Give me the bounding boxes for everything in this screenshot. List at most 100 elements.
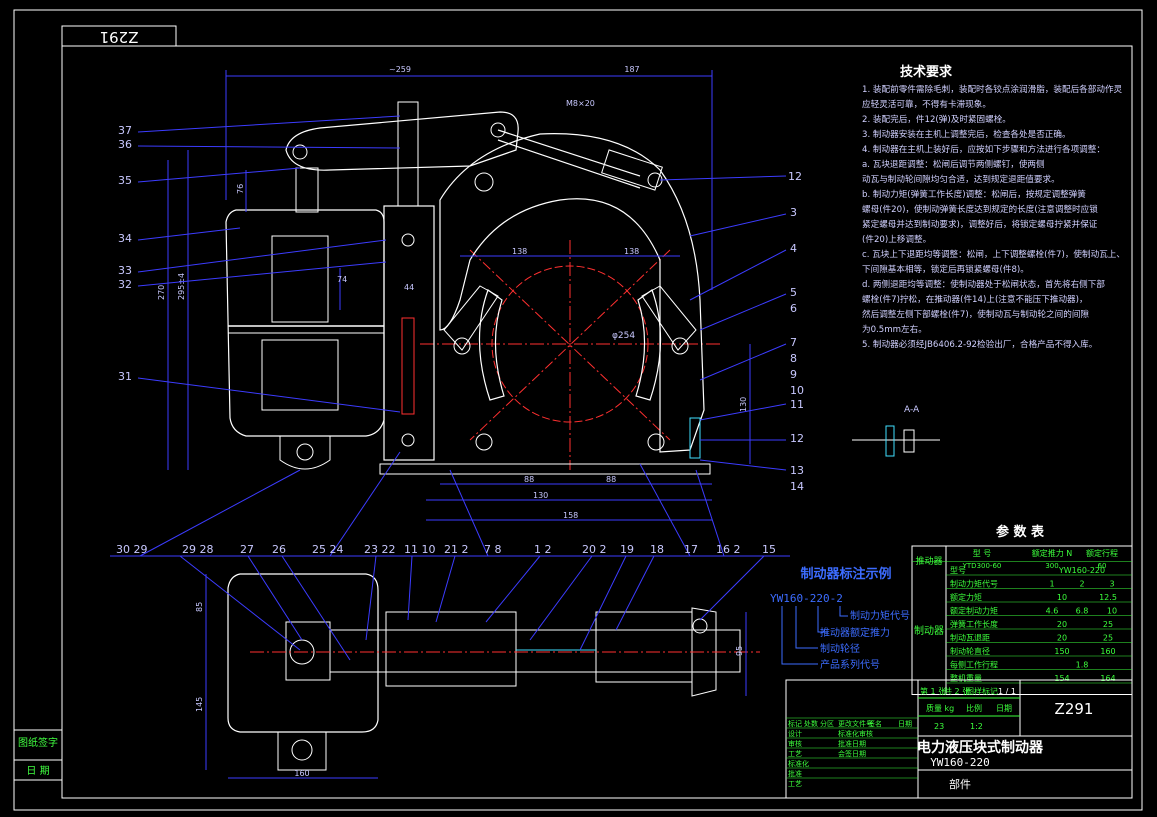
drawing-frame-inner bbox=[61, 45, 1133, 799]
label-1-2: 1 2 bbox=[534, 543, 552, 556]
notation-label-2: 制动轮径 bbox=[820, 642, 860, 655]
params-row-label: 整机重量 bbox=[950, 673, 982, 683]
balloon-r6: 8 bbox=[790, 352, 797, 365]
tech-req-line: 应轻灵活可靠，不得有卡滞现象。 bbox=[862, 98, 991, 110]
plan-block1 bbox=[385, 611, 517, 687]
params-pusher-cell: YTD300-60 bbox=[962, 562, 1002, 570]
thruster-foot bbox=[279, 435, 331, 470]
dim-top-left: ~259 bbox=[389, 65, 411, 74]
balloon-36: 36 bbox=[118, 138, 132, 151]
tech-req-line: 4. 制动器在主机上装好后，应按如下步骤和方法进行各项调整： bbox=[862, 143, 1105, 155]
dim-v3: 76 bbox=[236, 184, 245, 194]
tech-req-line: 下间隙基本相等，锁定后再锁紧螺母(件8)。 bbox=[862, 263, 1029, 275]
engineering-drawing: Z291 图纸签字 日 期 ~259 187 M8×20 φ254 270 29… bbox=[13, 9, 1143, 811]
params-title: 参 数 表 bbox=[996, 524, 1045, 540]
balloon-37: 37 bbox=[118, 124, 132, 137]
sign-cell: 日期 bbox=[898, 720, 912, 728]
balloons-left: 37 36 35 34 33 32 31 bbox=[118, 115, 401, 413]
sign-cell: 分区 bbox=[820, 719, 834, 728]
spring-slot bbox=[401, 317, 415, 415]
date-label: 日期 bbox=[996, 704, 1012, 713]
notation-title: 制动器标注示例 bbox=[800, 566, 891, 582]
label-7-8: 7 8 bbox=[484, 543, 502, 556]
params-cell: 12.5 bbox=[1099, 593, 1117, 602]
dim-h1: 138 bbox=[512, 247, 527, 256]
sign-cell: 工艺 bbox=[788, 780, 802, 788]
corner-code: Z291 bbox=[100, 28, 139, 46]
dim-v5: 44 bbox=[404, 283, 414, 292]
tech-req-title: 技术要求 bbox=[900, 64, 953, 80]
label-25-24: 25 24 bbox=[312, 543, 344, 556]
right-arm bbox=[439, 133, 705, 453]
sign-cell: 会签日期 bbox=[838, 749, 866, 758]
shoe-arm-right bbox=[641, 285, 697, 351]
tech-req-line: 1. 装配前零件需除毛刺，装配时各铰点涂润滑脂，装配后各部动作灵 bbox=[862, 83, 1123, 95]
weight-value: 23 bbox=[934, 722, 944, 731]
label-20-2: 20 2 bbox=[582, 543, 607, 556]
sign-cell: 签名 bbox=[868, 719, 882, 728]
params-group-label: 制动器 bbox=[914, 624, 944, 637]
tech-req-line: c. 瓦块上下退距均等调整：松闸，上下调整螺栓(件7)，使制动瓦上、 bbox=[862, 248, 1125, 260]
params-col-header: 额定推力 N bbox=[1032, 548, 1073, 558]
tech-req-line: a. 瓦块退距调整：松闸后调节两侧螺钉，使两侧 bbox=[862, 158, 1045, 170]
balloon-r3: 5 bbox=[790, 286, 797, 299]
thruster-rod bbox=[295, 167, 319, 213]
params-table: 推动器型 号额定推力 N 额定行程YTD300-60 300 60制动器型号 YW160… bbox=[911, 545, 1133, 695]
dim-top-right: 187 bbox=[624, 65, 639, 74]
params-row-label: 每侧工作行程 bbox=[950, 660, 998, 670]
notation-label-1: 推动器额定推力 bbox=[820, 626, 890, 639]
balloon-34: 34 bbox=[118, 232, 132, 245]
notation-example: 制动器标注示例 YW160-220-2 制动力矩代号 推动器额定推力 制动轮径 … bbox=[770, 566, 910, 671]
tech-req-line: 3. 制动器安装在主机上调整完后，检查各处是否正确。 bbox=[862, 128, 1071, 140]
balloon-r8: 10 bbox=[790, 384, 804, 397]
dim-wheel: φ254 bbox=[612, 331, 635, 341]
tech-req-line: 动瓦与制动轮间隙均匀合适，达到规定退距值要求。 bbox=[862, 173, 1060, 185]
balloon-r1: 3 bbox=[790, 206, 797, 219]
plan-end-pin bbox=[692, 618, 708, 634]
params-cell: 160 bbox=[1100, 647, 1115, 656]
balloon-r11: 13 bbox=[790, 464, 804, 477]
spring-pin-bot bbox=[401, 433, 415, 447]
tech-req-list: 1. 装配前零件需除毛刺，装配时各铰点涂润滑脂，装配后各部动作灵 应轻灵活可靠，… bbox=[862, 83, 1125, 350]
section-aa: A-A bbox=[852, 405, 940, 457]
dim-h4: 88 bbox=[606, 475, 616, 484]
balloon-r9: 11 bbox=[790, 398, 804, 411]
product-name: 电力液压块式制动器 bbox=[917, 739, 1044, 756]
notation-label-0: 制动力矩代号 bbox=[850, 609, 910, 622]
balloon-r7: 9 bbox=[790, 368, 797, 381]
params-row-label: 弹簧工作长度 bbox=[950, 619, 998, 629]
dim-v1: 270 bbox=[157, 285, 166, 300]
params-cell: 1.8 bbox=[1076, 661, 1089, 670]
tech-req-line: d. 两侧退距均等调整：使制动器处于松闸状态，首先将右侧下部 bbox=[862, 278, 1105, 290]
sign-cell: 标准化 bbox=[788, 759, 809, 768]
params-cell: YW160-220 bbox=[1058, 566, 1105, 575]
spring-housing bbox=[383, 205, 435, 461]
side-stamp-line1: 图纸签字 bbox=[18, 736, 58, 749]
dim-h5: 130 bbox=[533, 491, 548, 500]
params-row-label: 制动轮直径 bbox=[950, 646, 990, 656]
push-rod-nut bbox=[601, 149, 663, 191]
push-rod-pin bbox=[647, 172, 663, 188]
dim-r1: 130 bbox=[739, 397, 748, 412]
params-cell: 150 bbox=[1054, 647, 1069, 656]
push-rod-2 bbox=[497, 139, 641, 189]
params-cell: 20 bbox=[1057, 634, 1067, 643]
bottom-labels: 30 29 29 28 27 26 25 24 23 22 11 10 21 2… bbox=[110, 451, 790, 661]
tech-req-line: 为0.5mm左右。 bbox=[862, 323, 927, 335]
spring-top bbox=[397, 101, 419, 207]
dim-plan-w: 160 bbox=[294, 769, 309, 778]
sign-cell: 设计 bbox=[788, 729, 802, 738]
thruster-foot-hole bbox=[296, 443, 314, 461]
plan-view bbox=[227, 573, 760, 771]
plan-foot-hole bbox=[291, 739, 313, 761]
product-model: YW160-220 bbox=[930, 756, 990, 769]
sign-cell: 批准日期 bbox=[838, 739, 866, 748]
params-cell: 154 bbox=[1054, 674, 1069, 683]
section-aa-label: A-A bbox=[904, 405, 920, 415]
qty-label: 质量 kg bbox=[926, 703, 954, 713]
notation-label-3: 产品系列代号 bbox=[820, 658, 880, 671]
balloon-35: 35 bbox=[118, 174, 132, 187]
dim-h3: 88 bbox=[524, 475, 534, 484]
params-row-label: 制动瓦退距 bbox=[950, 633, 990, 643]
base-plate bbox=[379, 463, 711, 475]
